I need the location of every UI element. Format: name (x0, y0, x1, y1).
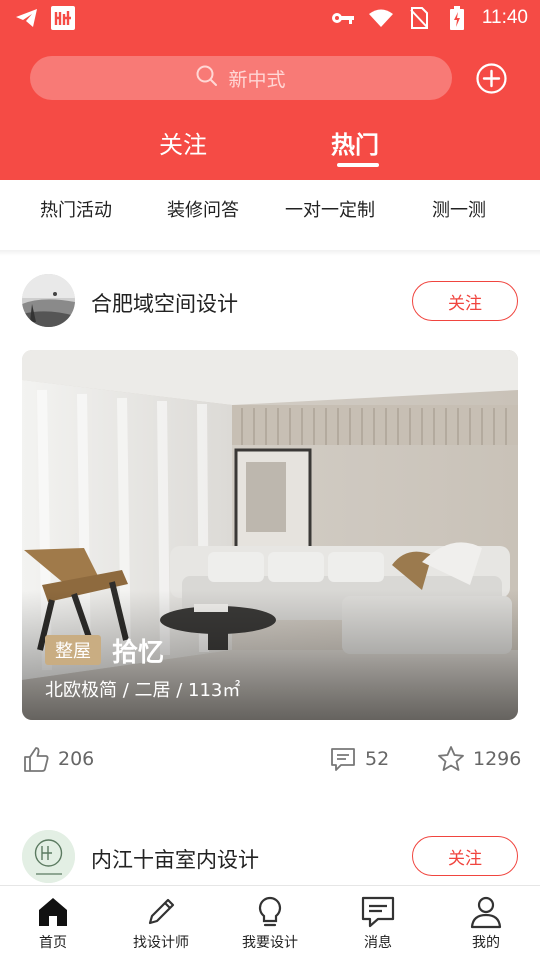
nav-label: 首页 (39, 935, 67, 951)
thumbs-up-icon (24, 747, 49, 772)
nav-want-design[interactable]: 我要设计 (225, 894, 315, 952)
search-icon (196, 65, 218, 92)
nav-label: 我的 (472, 935, 500, 951)
author-name[interactable]: 内江十亩室内设计 (91, 844, 259, 874)
category-renovation-qa[interactable]: 装修问答 (167, 196, 239, 222)
bottom-navigation: 首页 找设计师 我要设计 消息 我的 (0, 885, 540, 960)
search-bar[interactable]: 新中式 (30, 56, 452, 100)
header: 11:40 新中式 关注 热门 (0, 0, 540, 180)
nav-home[interactable]: 首页 (8, 894, 98, 952)
add-post-button[interactable] (476, 63, 507, 94)
category-quiz[interactable]: 测一测 (432, 196, 486, 222)
post-cover-image[interactable]: 整屋 拾忆 北欧极简 / 二居 / 113㎡ (22, 350, 518, 720)
avatar[interactable] (22, 274, 75, 327)
battery-icon (444, 5, 470, 31)
category-custom-design[interactable]: 一对一定制 (285, 196, 375, 222)
comment-button[interactable]: 52 (329, 745, 389, 773)
message-icon (361, 896, 395, 928)
telegram-icon (14, 5, 40, 31)
pen-icon (148, 898, 175, 925)
active-tab-indicator (337, 163, 379, 167)
divider (0, 250, 540, 256)
post-type-badge: 整屋 (45, 635, 101, 665)
follow-button[interactable]: 关注 (412, 836, 518, 876)
category-hot-activity[interactable]: 热门活动 (40, 196, 112, 222)
nav-profile[interactable]: 我的 (441, 894, 531, 952)
status-bar: 11:40 (0, 0, 540, 38)
avatar[interactable] (22, 830, 75, 883)
app-logo-icon (50, 5, 76, 31)
no-sim-icon (406, 5, 432, 31)
home-icon (39, 898, 67, 926)
star-icon (438, 746, 464, 771)
search-placeholder: 新中式 (228, 68, 286, 91)
clock: 11:40 (481, 7, 528, 28)
feed-tabs: 关注 热门 (0, 125, 540, 175)
favorite-button[interactable]: 1296 (437, 745, 521, 773)
tab-follow[interactable]: 关注 (159, 125, 207, 160)
key-icon (330, 5, 356, 31)
nav-messages[interactable]: 消息 (333, 894, 423, 952)
favorite-count: 1296 (473, 748, 522, 770)
wifi-icon (368, 5, 394, 31)
comment-count: 52 (365, 748, 390, 770)
post-title: 拾忆 (112, 638, 165, 668)
like-count: 206 (58, 748, 95, 770)
user-icon (470, 896, 502, 929)
comment-icon (331, 748, 355, 771)
category-row: 热门活动 装修问答 一对一定制 测一测 (0, 180, 540, 250)
post-stats: 206 52 1296 (0, 745, 540, 785)
nav-label: 消息 (364, 935, 392, 951)
plus-circle-icon (476, 63, 507, 94)
tab-hot[interactable]: 热门 (331, 125, 379, 160)
like-button[interactable]: 206 (22, 745, 94, 773)
nav-find-designer[interactable]: 找设计师 (116, 894, 206, 952)
post-subtitle: 北欧极简 / 二居 / 113㎡ (45, 680, 241, 701)
nav-label: 我要设计 (242, 935, 298, 951)
follow-button[interactable]: 关注 (412, 281, 518, 321)
bulb-icon (258, 896, 282, 927)
nav-label: 找设计师 (133, 935, 189, 951)
author-name[interactable]: 合肥域空间设计 (91, 288, 238, 318)
